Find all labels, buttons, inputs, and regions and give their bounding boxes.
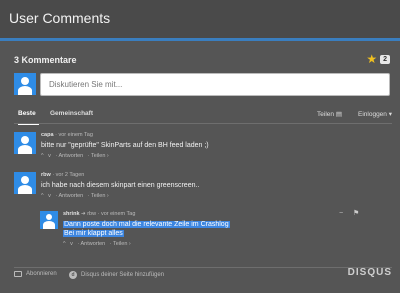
flag-icon[interactable]: ⚑ — [353, 210, 359, 217]
downvote-button[interactable]: v — [70, 241, 73, 247]
current-user-avatar — [14, 73, 36, 95]
sort-tabs: Beste Gemeinschaft Teilen ▤ Einloggen ▾ — [14, 110, 392, 125]
comment-time[interactable]: · vor 2 Tagen — [52, 172, 84, 178]
comment-line-selected: Dann poste doch mal die relevante Zeile … — [63, 221, 230, 228]
avatar[interactable] — [14, 132, 36, 154]
favorite-button[interactable]: ★ 2 — [366, 53, 390, 65]
upvote-button[interactable]: ^ — [63, 241, 66, 247]
tab-best[interactable]: Beste — [18, 110, 39, 125]
add-disqus-label: Disqus deiner Seite hinzufügen — [81, 272, 165, 278]
comment-compose-box[interactable] — [40, 73, 390, 96]
login-menu[interactable]: Einloggen ▾ — [358, 110, 392, 118]
comment-line-selected: Bei mir klappt alles — [63, 230, 124, 237]
add-disqus-link[interactable]: d Disqus deiner Seite hinzufügen — [69, 271, 164, 279]
reply-link[interactable]: · Antworten — [55, 153, 83, 159]
reply-link[interactable]: · Antworten — [55, 193, 83, 199]
share-icon: ▤ — [335, 111, 342, 118]
subscribe-link[interactable]: Abonnieren — [14, 271, 57, 277]
share-link[interactable]: · Teilen › — [110, 241, 131, 247]
tabs-divider — [14, 123, 392, 124]
collapse-icon[interactable]: − — [339, 210, 343, 217]
comment-author[interactable]: rbw — [41, 172, 51, 178]
star-icon: ★ — [366, 52, 378, 66]
comment-input[interactable] — [41, 74, 389, 95]
comment-author[interactable]: shrink — [63, 211, 80, 217]
reply-comment-tools: − ⚑ — [331, 209, 359, 217]
chevron-down-icon: ▾ — [388, 111, 392, 118]
comment-count: 3 Kommentare — [14, 55, 77, 65]
login-label: Einloggen — [358, 111, 387, 118]
share-link[interactable]: · Teilen › — [88, 153, 109, 159]
share-link[interactable]: · Teilen › — [88, 193, 109, 199]
disqus-logo[interactable]: DISQUS — [348, 267, 392, 278]
reply-to-author[interactable]: rbw — [87, 211, 96, 217]
comment-actions: ^ v · Antworten · Teilen › — [41, 153, 112, 159]
comment-time[interactable]: · vor einem Tag — [55, 132, 93, 138]
comment-meta: capa · vor einem Tag — [41, 132, 93, 138]
window-titlebar: User Comments — [0, 0, 400, 40]
tab-community[interactable]: Gemeinschaft — [50, 110, 93, 117]
comment-text: Dann poste doch mal die relevante Zeile … — [63, 220, 230, 238]
comment-text: ich habe nach diesem skinpart einen gree… — [41, 182, 200, 189]
reply-arrow-icon: ➜ — [81, 211, 86, 217]
comment-meta: rbw · vor 2 Tagen — [41, 172, 84, 178]
upvote-button[interactable]: ^ — [41, 153, 44, 159]
upvote-button[interactable]: ^ — [41, 193, 44, 199]
comment-meta: shrink ➜ rbw · vor einem Tag — [63, 211, 135, 217]
favorite-count-badge: 2 — [380, 54, 390, 64]
comment-actions: ^ v · Antworten · Teilen › — [63, 241, 134, 247]
reply-link[interactable]: · Antworten — [77, 241, 105, 247]
avatar[interactable] — [14, 172, 36, 194]
subscribe-label: Abonnieren — [26, 271, 57, 277]
comment-author[interactable]: capa — [41, 132, 54, 138]
comment-time[interactable]: · vor einem Tag — [98, 211, 136, 217]
comment-text: bitte nur "geprüfte" SkinParts auf den B… — [41, 142, 209, 149]
envelope-icon — [14, 271, 22, 277]
downvote-button[interactable]: v — [48, 193, 51, 199]
downvote-button[interactable]: v — [48, 153, 51, 159]
share-button[interactable]: Teilen ▤ — [317, 110, 342, 118]
window-title: User Comments — [9, 10, 111, 26]
avatar[interactable] — [40, 211, 58, 229]
disqus-icon: d — [69, 271, 77, 279]
comments-panel: 3 Kommentare ★ 2 Beste Gemeinschaft Teil… — [0, 41, 400, 293]
comment-actions: ^ v · Antworten · Teilen › — [41, 193, 112, 199]
footer-divider — [14, 267, 392, 268]
share-label: Teilen — [317, 111, 335, 118]
